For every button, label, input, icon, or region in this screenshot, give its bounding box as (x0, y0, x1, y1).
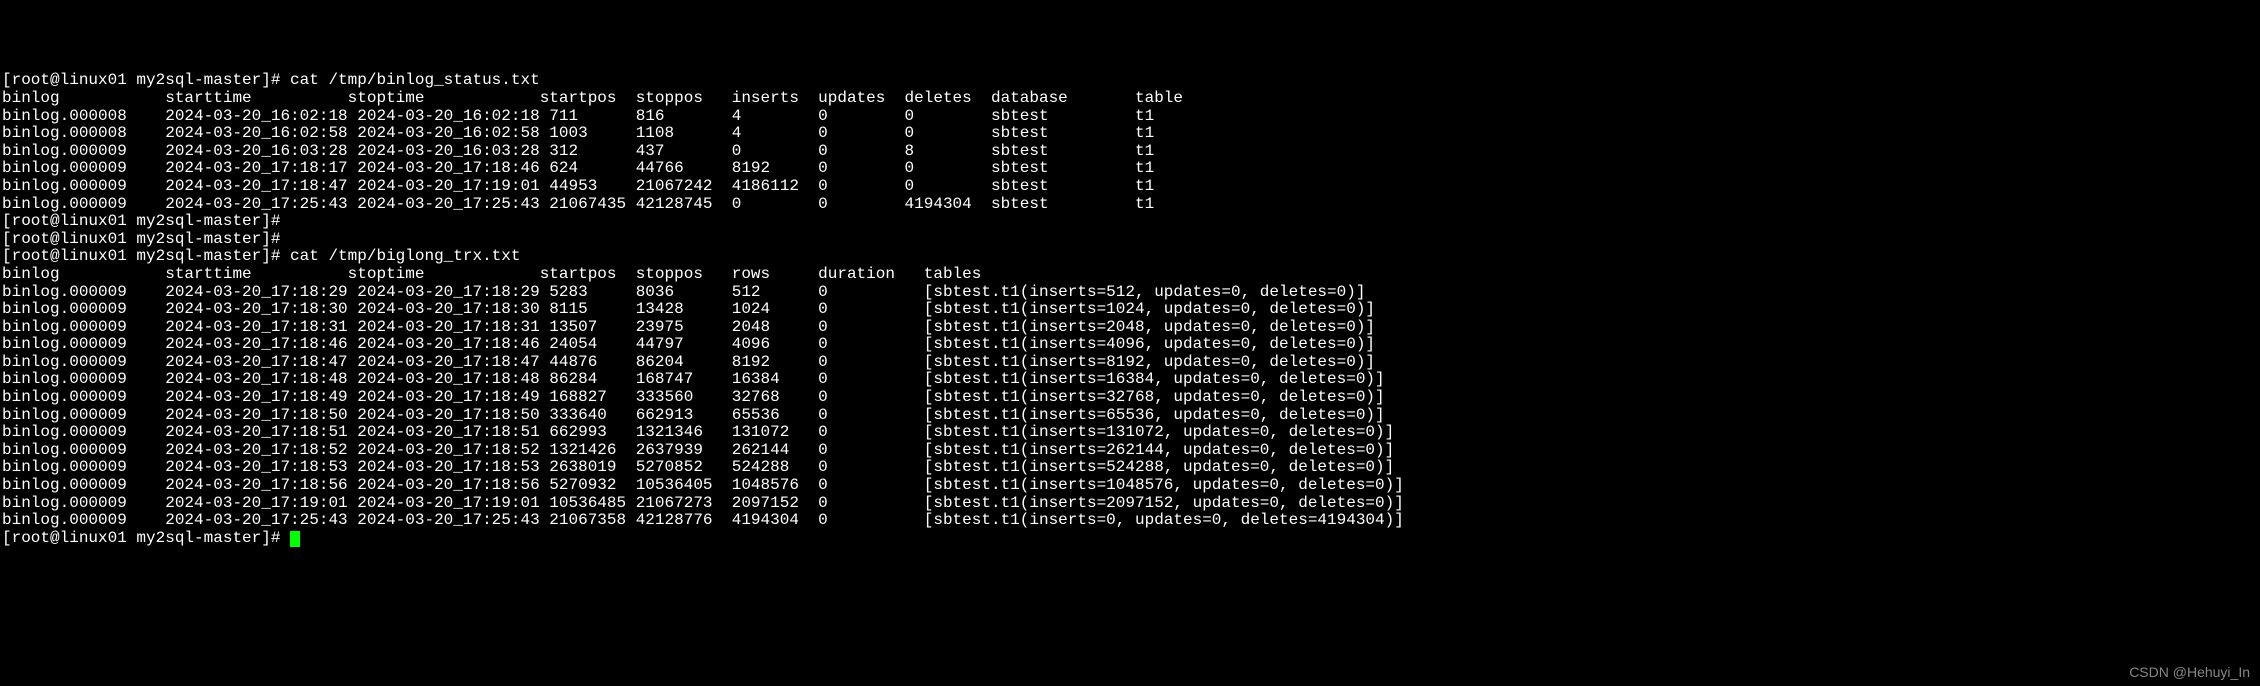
table-row: binlog.000009 2024-03-20_17:18:47 2024-0… (2, 178, 2258, 196)
table-row: binlog.000009 2024-03-20_17:18:46 2024-0… (2, 336, 2258, 354)
table-row: binlog.000009 2024-03-20_17:18:49 2024-0… (2, 389, 2258, 407)
table-row: binlog.000009 2024-03-20_17:18:17 2024-0… (2, 160, 2258, 178)
table-row: binlog.000009 2024-03-20_17:18:47 2024-0… (2, 354, 2258, 372)
table-row: binlog.000009 2024-03-20_17:18:56 2024-0… (2, 477, 2258, 495)
table-row: binlog.000009 2024-03-20_16:03:28 2024-0… (2, 143, 2258, 161)
command-text: cat /tmp/binlog_status.txt (290, 71, 540, 89)
command-text: cat /tmp/biglong_trx.txt (290, 247, 520, 265)
prompt-line: [root@linux01 my2sql-master]# cat /tmp/b… (2, 248, 2258, 266)
table-row: binlog.000009 2024-03-20_17:18:30 2024-0… (2, 301, 2258, 319)
prompt-line: [root@linux01 my2sql-master]# cat /tmp/b… (2, 72, 2258, 90)
shell-prompt: [root@linux01 my2sql-master]# (2, 529, 290, 547)
prompt-line: [root@linux01 my2sql-master]# (2, 213, 2258, 231)
cursor (290, 531, 300, 547)
table-row: binlog.000009 2024-03-20_17:18:31 2024-0… (2, 319, 2258, 337)
table-row: binlog.000009 2024-03-20_17:19:01 2024-0… (2, 495, 2258, 513)
table-row: binlog.000009 2024-03-20_17:18:53 2024-0… (2, 459, 2258, 477)
table-row: binlog.000009 2024-03-20_17:25:43 2024-0… (2, 196, 2258, 214)
table-header: binlog starttime stoptime startpos stopp… (2, 90, 2258, 108)
shell-prompt: [root@linux01 my2sql-master]# (2, 247, 290, 265)
table-row: binlog.000008 2024-03-20_16:02:18 2024-0… (2, 108, 2258, 126)
terminal-output[interactable]: [root@linux01 my2sql-master]# cat /tmp/b… (2, 72, 2258, 547)
table-row: binlog.000009 2024-03-20_17:25:43 2024-0… (2, 512, 2258, 530)
table-row: binlog.000008 2024-03-20_16:02:58 2024-0… (2, 125, 2258, 143)
table-row: binlog.000009 2024-03-20_17:18:51 2024-0… (2, 424, 2258, 442)
shell-prompt: [root@linux01 my2sql-master]# (2, 71, 290, 89)
table-row: binlog.000009 2024-03-20_17:18:48 2024-0… (2, 371, 2258, 389)
prompt-line[interactable]: [root@linux01 my2sql-master]# (2, 530, 2258, 548)
watermark-text: CSDN @Hehuyi_In (2129, 665, 2250, 680)
table-row: binlog.000009 2024-03-20_17:18:50 2024-0… (2, 407, 2258, 425)
prompt-line: [root@linux01 my2sql-master]# (2, 231, 2258, 249)
table-row: binlog.000009 2024-03-20_17:18:29 2024-0… (2, 284, 2258, 302)
table-row: binlog.000009 2024-03-20_17:18:52 2024-0… (2, 442, 2258, 460)
table-header: binlog starttime stoptime startpos stopp… (2, 266, 2258, 284)
